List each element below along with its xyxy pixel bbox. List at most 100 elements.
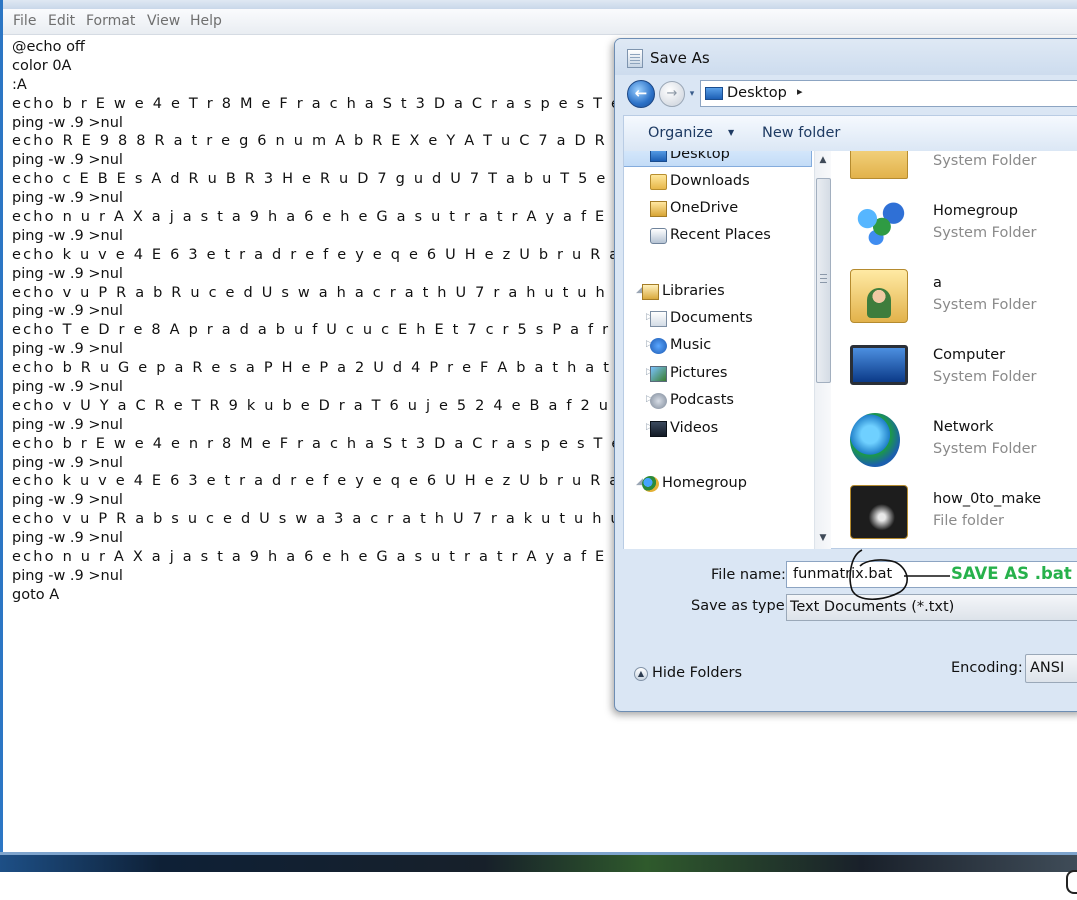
recent-places-icon [650, 228, 667, 244]
file-name-label: File name: [711, 567, 786, 583]
desktop-icon [705, 87, 723, 100]
dialog-body: ◢★FavoritesDesktopDownloadsOneDriveRecen… [623, 151, 1077, 549]
file-name: Homegroup [933, 203, 1018, 219]
code-line: ping -w .9 >nul [12, 152, 123, 169]
recent-locations-dropdown-icon[interactable]: ▾ [687, 89, 697, 99]
sidebar-item-label: Videos [670, 420, 719, 436]
file-name-value[interactable]: funmatrix.bat [793, 566, 892, 582]
code-line: echo k u v e 4 E 6 3 e t r a d r e f e y… [12, 473, 617, 490]
menu-bar: File Edit Format View Help [3, 9, 1077, 35]
code-line: ping -w .9 >nul [12, 341, 123, 358]
back-button[interactable]: ← [627, 80, 655, 108]
scroll-thumb[interactable] [816, 178, 831, 383]
file-list-item[interactable]: Homegroup System Folder [832, 193, 1077, 253]
address-bar[interactable]: Desktop ▸ [700, 80, 1077, 107]
sidebar-item-label: Podcasts [670, 392, 734, 408]
menu-format[interactable]: Format [86, 13, 135, 29]
code-line: echo R E 9 8 8 R a t r e g 6 n u m A b R… [12, 133, 617, 150]
sidebar-item-label: Downloads [670, 173, 750, 189]
music-icon [650, 338, 667, 354]
notepad-icon [627, 49, 643, 68]
sidebar-item-label: OneDrive [670, 200, 739, 216]
code-line: ping -w .9 >nul [12, 265, 123, 282]
file-list-item[interactable]: LibrariesSystem Folder [832, 151, 1077, 181]
code-line: ping -w .9 >nul [12, 416, 123, 433]
sidebar-item-homegroup[interactable]: ◢ Homegroup [624, 471, 812, 497]
corner-mark [1066, 870, 1077, 894]
podcasts-icon [650, 393, 667, 409]
videos-icon [650, 421, 667, 437]
code-line: goto A [12, 586, 60, 603]
annotation-save-as-bat: SAVE AS .bat [951, 564, 1072, 583]
chevron-right-icon[interactable]: ▸ [797, 85, 803, 98]
file-list-item[interactable]: a System Folder [832, 265, 1077, 325]
dialog-title-bar: Save As [615, 39, 1077, 75]
save-as-type-select[interactable]: Text Documents (*.txt) [786, 594, 1077, 621]
chevron-down-icon[interactable]: ▼ [728, 128, 734, 137]
sidebar-item-label: Libraries [662, 283, 725, 299]
window-top-edge [3, 0, 1077, 9]
menu-file[interactable]: File [13, 13, 36, 29]
onedrive-icon [650, 201, 667, 217]
sidebar-item-videos[interactable]: ▷Videos [624, 416, 812, 442]
address-location[interactable]: Desktop [727, 85, 787, 101]
code-line: echo n u r A X a j a s t a 9 h a 6 e h e… [12, 209, 617, 226]
code-line: echo v U Y a C R e T R 9 k u b e D r a T… [12, 397, 617, 414]
computer-icon [850, 345, 908, 385]
documents-icon [650, 311, 667, 327]
sidebar-item-label: Documents [670, 310, 753, 326]
dialog-toolbar: Organize ▼ New folder [623, 115, 1077, 151]
nav-pane-scrollbar[interactable]: ▲ ▼ [814, 151, 831, 549]
file-list-item[interactable]: how_0to_make File folder [832, 481, 1077, 541]
sidebar-item-music[interactable]: ▷Music [624, 333, 812, 359]
code-line: echo c E B E s A d R u B R 3 H e R u D 7… [12, 171, 617, 188]
pictures-icon [650, 366, 667, 382]
sidebar-item-documents[interactable]: ▷Documents [624, 306, 812, 332]
code-line: ping -w .9 >nul [12, 227, 123, 244]
file-type: System Folder [933, 297, 1037, 313]
save-as-type-value[interactable]: Text Documents (*.txt) [790, 599, 954, 615]
file-list-item[interactable]: Computer System Folder [832, 337, 1077, 397]
text-editor-area[interactable]: @echo off color 0A:A echo b r E w e 4 e T … [12, 38, 617, 605]
user-folder-icon [850, 269, 908, 323]
sidebar-item-onedrive[interactable]: OneDrive [624, 196, 812, 222]
taskbar [0, 852, 1077, 872]
menu-help[interactable]: Help [190, 13, 222, 29]
navigation-pane: ◢★FavoritesDesktopDownloadsOneDriveRecen… [624, 151, 814, 549]
sidebar-item-recent-places[interactable]: Recent Places [624, 223, 812, 249]
menu-view[interactable]: View [147, 13, 180, 29]
sidebar-item-podcasts[interactable]: ▷Podcasts [624, 388, 812, 414]
sidebar-item-pictures[interactable]: ▷Pictures [624, 361, 812, 387]
code-line: ping -w .9 >nul [12, 454, 123, 471]
collapse-arrow-icon[interactable]: ▲ [634, 667, 648, 681]
libraries-icon [642, 284, 659, 300]
organize-button[interactable]: Organize [648, 125, 713, 141]
scroll-down-icon[interactable]: ▼ [815, 531, 831, 545]
code-line: ping -w .9 >nul [12, 303, 123, 320]
code-line: ping -w .9 >nul [12, 567, 123, 584]
file-list-item[interactable]: Network System Folder [832, 409, 1077, 469]
code-line: echo k u v e 4 E 6 3 e t r a d r e f e y… [12, 246, 617, 263]
file-list-pane: LibrariesSystem Folder Homegroup System Fo… [832, 151, 1077, 549]
code-line: color 0A [12, 57, 72, 74]
scroll-up-icon[interactable]: ▲ [815, 153, 831, 167]
code-line: echo b r E w e 4 e n r 8 M e F r a c h a… [12, 435, 617, 452]
encoding-select[interactable]: ANSI [1025, 654, 1077, 683]
hide-folders-button[interactable]: Hide Folders [652, 665, 742, 681]
movie-folder-icon [850, 485, 908, 539]
file-name: Computer [933, 347, 1006, 363]
taskbar-edge [0, 852, 1077, 855]
file-name: a [933, 275, 942, 291]
folder-icon [650, 174, 667, 190]
code-line: ping -w .9 >nul [12, 114, 123, 131]
menu-edit[interactable]: Edit [48, 13, 75, 29]
new-folder-button[interactable]: New folder [762, 125, 840, 141]
sidebar-item-libraries[interactable]: ◢ Libraries [624, 279, 812, 305]
homegroup-icon [642, 476, 659, 492]
sidebar-item-downloads[interactable]: Downloads [624, 169, 812, 195]
homegroup-icon [850, 197, 908, 251]
encoding-value[interactable]: ANSI [1030, 660, 1064, 676]
save-as-type-label: Save as type: [691, 598, 790, 614]
sidebar-item-desktop[interactable]: Desktop [624, 151, 812, 167]
forward-button[interactable]: → [659, 81, 685, 107]
